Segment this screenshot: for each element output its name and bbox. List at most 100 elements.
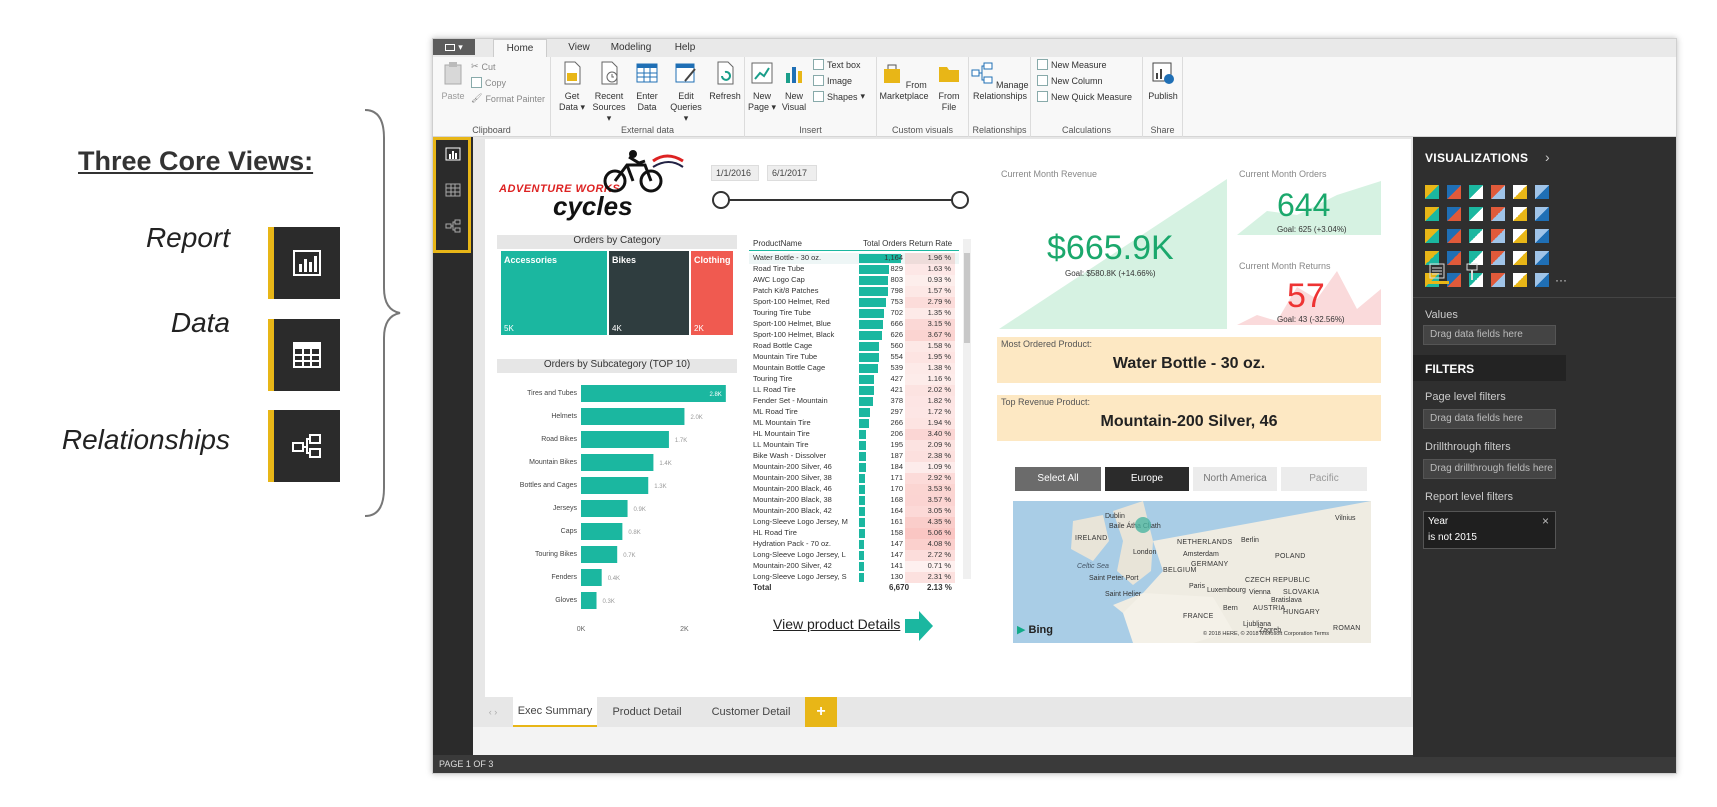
treemap-accessories[interactable]: Accessories 5K <box>501 251 607 335</box>
values-drop-zone[interactable]: Drag data fields here <box>1423 325 1556 345</box>
visual-type-icon[interactable] <box>1447 229 1461 243</box>
visual-type-icon[interactable] <box>1425 229 1439 243</box>
table-row[interactable]: Mountain-200 Silver, 46 184 1.09 % <box>749 462 959 473</box>
file-menu-button[interactable]: ▾ <box>433 39 475 55</box>
view-product-details-link[interactable]: View product Details <box>773 616 900 632</box>
bar-tires-and-tubes[interactable] <box>581 385 726 402</box>
bar-mountain-bikes[interactable] <box>581 454 654 471</box>
table-row[interactable]: HL Road Tire 158 5.06 % <box>749 528 959 539</box>
visual-type-icon[interactable] <box>1469 207 1483 221</box>
add-page-button[interactable]: + <box>805 697 837 727</box>
from-marketplace-button[interactable]: From Marketplace <box>879 61 929 102</box>
table-row[interactable]: Long-Sleeve Logo Jersey, S 130 2.31 % <box>749 572 959 583</box>
recent-sources-button[interactable]: Recent Sources ▾ <box>589 61 629 124</box>
table-row[interactable]: Water Bottle - 30 oz. 1,164 1.96 % <box>749 253 959 264</box>
manage-relationships-button[interactable]: Manage Relationships <box>971 61 1029 102</box>
table-row[interactable]: Long-Sleeve Logo Jersey, L 147 2.72 % <box>749 550 959 561</box>
table-row[interactable]: ML Road Tire 297 1.72 % <box>749 407 959 418</box>
visual-type-icon[interactable] <box>1447 251 1461 265</box>
bar-gloves[interactable] <box>581 592 597 609</box>
date-slider-end-handle[interactable] <box>951 191 969 209</box>
table-row[interactable]: Long-Sleeve Logo Jersey, M 161 4.35 % <box>749 517 959 528</box>
table-row[interactable]: Mountain Bottle Cage 539 1.38 % <box>749 363 959 374</box>
tab-view[interactable]: View <box>559 39 599 57</box>
filter-close-icon[interactable]: × <box>1542 514 1549 528</box>
table-row[interactable]: Sport-100 Helmet, Black 626 3.67 % <box>749 330 959 341</box>
report-view-icon[interactable] <box>445 147 461 161</box>
visual-type-icon[interactable] <box>1447 273 1461 287</box>
table-row[interactable]: Road Tire Tube 829 1.63 % <box>749 264 959 275</box>
visual-type-icon[interactable] <box>1535 229 1549 243</box>
table-row[interactable]: AWC Logo Cap 803 0.93 % <box>749 275 959 286</box>
year-filter-card[interactable]: Year × is not 2015 <box>1423 511 1556 549</box>
get-data-button[interactable]: Get Data ▾ <box>555 61 589 113</box>
visual-type-icon[interactable] <box>1535 207 1549 221</box>
tab-modeling[interactable]: Modeling <box>601 39 661 57</box>
image-button[interactable]: Image <box>813 75 852 86</box>
cut-button[interactable]: ✂ Cut <box>471 61 496 72</box>
tab-exec-summary[interactable]: Exec Summary <box>513 697 597 727</box>
visual-type-icon[interactable] <box>1469 229 1483 243</box>
paste-button[interactable]: Paste <box>439 61 467 102</box>
date-slider-start-handle[interactable] <box>712 191 730 209</box>
bar-fenders[interactable] <box>581 569 602 586</box>
region-north-america-button[interactable]: North America <box>1193 467 1277 491</box>
map-bubble-dublin[interactable] <box>1135 517 1151 533</box>
visual-type-icon[interactable] <box>1447 207 1461 221</box>
table-row[interactable]: Touring Tire Tube 702 1.35 % <box>749 308 959 319</box>
visual-type-icon[interactable] <box>1513 229 1527 243</box>
visual-type-icon[interactable] <box>1513 185 1527 199</box>
page-nav-arrows[interactable]: ‹ › <box>477 697 509 727</box>
drillthrough-drop-zone[interactable]: Drag drillthrough fields here <box>1423 459 1556 479</box>
table-row[interactable]: HL Mountain Tire 206 3.40 % <box>749 429 959 440</box>
bar-bottles-and-cages[interactable] <box>581 477 649 494</box>
collapse-pane-icon[interactable]: › <box>1545 149 1550 165</box>
date-to-input[interactable]: 6/1/2017 <box>767 165 817 181</box>
bar-helmets[interactable] <box>581 408 685 425</box>
table-scrollbar[interactable] <box>963 239 971 579</box>
tab-product-detail[interactable]: Product Detail <box>597 697 697 727</box>
fields-tab-icon[interactable] <box>1429 263 1445 279</box>
visual-type-icon[interactable] <box>1513 273 1527 287</box>
region-europe-button[interactable]: Europe <box>1105 467 1189 491</box>
table-row[interactable]: Patch Kit/8 Patches 798 1.57 % <box>749 286 959 297</box>
format-tab-icon[interactable] <box>1465 263 1479 281</box>
bar-jerseys[interactable] <box>581 500 628 517</box>
table-row[interactable]: Mountain Tire Tube 554 1.95 % <box>749 352 959 363</box>
table-row[interactable]: Touring Tire 427 1.16 % <box>749 374 959 385</box>
table-row[interactable]: ML Mountain Tire 266 1.94 % <box>749 418 959 429</box>
table-row[interactable]: Fender Set - Mountain 378 1.82 % <box>749 396 959 407</box>
data-view-icon[interactable] <box>445 183 461 197</box>
visual-type-icon[interactable] <box>1425 207 1439 221</box>
visual-type-icon[interactable] <box>1535 251 1549 265</box>
more-visuals-icon[interactable]: ··· <box>1555 273 1567 287</box>
visual-type-icon[interactable] <box>1535 185 1549 199</box>
text-box-button[interactable]: Text box <box>813 59 861 70</box>
format-painter-button[interactable]: 🖌 Format Painter <box>471 93 545 104</box>
new-page-button[interactable]: New Page ▾ <box>747 61 777 113</box>
europe-map[interactable]: Dublin Baile Átha Cliath IRELAND London NETH… <box>1013 501 1371 643</box>
tab-help[interactable]: Help <box>665 39 705 57</box>
bar-caps[interactable] <box>581 523 623 540</box>
region-pacific-button[interactable]: Pacific <box>1281 467 1367 491</box>
new-visual-button[interactable]: New Visual <box>779 61 809 113</box>
new-quick-measure-button[interactable]: New Quick Measure <box>1037 91 1132 102</box>
visual-type-icon[interactable] <box>1491 207 1505 221</box>
table-row[interactable]: Bike Wash - Dissolver 187 2.38 % <box>749 451 959 462</box>
visual-type-icon[interactable] <box>1491 251 1505 265</box>
table-row[interactable]: Sport-100 Helmet, Blue 666 3.15 % <box>749 319 959 330</box>
table-row[interactable]: Mountain-200 Silver, 42 141 0.71 % <box>749 561 959 572</box>
publish-button[interactable]: Publish <box>1145 61 1181 102</box>
tab-customer-detail[interactable]: Customer Detail <box>699 697 803 727</box>
table-row[interactable]: Mountain-200 Black, 38 168 3.57 % <box>749 495 959 506</box>
table-row[interactable]: Road Bottle Cage 560 1.58 % <box>749 341 959 352</box>
refresh-button[interactable]: Refresh <box>707 61 743 102</box>
table-row[interactable]: LL Road Tire 421 2.02 % <box>749 385 959 396</box>
visual-type-icon[interactable] <box>1447 185 1461 199</box>
shapes-button[interactable]: Shapes ▾ <box>813 91 865 102</box>
tab-home[interactable]: Home <box>493 39 547 57</box>
bar-road-bikes[interactable] <box>581 431 669 448</box>
table-row[interactable]: Sport-100 Helmet, Red 753 2.79 % <box>749 297 959 308</box>
treemap-bikes[interactable]: Bikes 4K <box>609 251 689 335</box>
table-row[interactable]: Hydration Pack - 70 oz. 147 4.08 % <box>749 539 959 550</box>
